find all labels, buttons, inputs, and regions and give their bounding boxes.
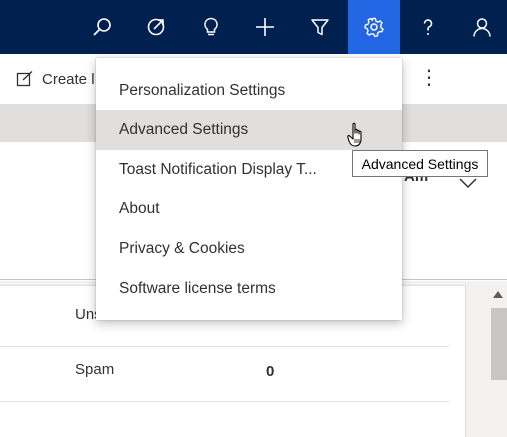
new-record-button[interactable]	[239, 0, 291, 54]
create-button[interactable]: Create l	[16, 67, 95, 91]
filter-icon	[311, 19, 329, 36]
menu-item-software-license-terms[interactable]: Software license terms	[96, 269, 402, 309]
chevron-down-icon[interactable]	[458, 176, 478, 190]
edit-icon	[16, 71, 33, 87]
row-divider	[0, 401, 449, 402]
more-commands-button[interactable]: ⋮	[418, 66, 440, 92]
menu-item-about[interactable]: About	[96, 189, 402, 229]
help-button[interactable]	[402, 0, 454, 54]
stat-value: 0	[266, 363, 275, 380]
menu-item-personalization-settings[interactable]: Personalization Settings	[96, 71, 402, 111]
whats-new-button[interactable]	[185, 0, 237, 54]
scrollbar-thumb[interactable]	[491, 308, 507, 380]
user-profile-button[interactable]	[456, 0, 507, 54]
menu-item-privacy-cookies[interactable]: Privacy & Cookies	[96, 229, 402, 269]
plus-icon	[256, 18, 274, 36]
assistant-icon	[147, 18, 165, 36]
search-icon	[93, 18, 111, 36]
settings-button[interactable]	[348, 0, 400, 54]
scroll-up-arrow-icon[interactable]	[492, 290, 504, 300]
hand-pointer-cursor-icon	[347, 122, 362, 147]
top-navigation-bar	[0, 0, 507, 54]
search-button[interactable]	[76, 0, 128, 54]
create-button-label: Create l	[42, 70, 95, 88]
tooltip: Advanced Settings	[352, 150, 488, 177]
lightbulb-icon	[204, 17, 218, 36]
advanced-find-button[interactable]	[294, 0, 346, 54]
row-divider	[0, 346, 449, 347]
user-icon	[473, 18, 491, 37]
help-icon	[423, 19, 433, 35]
gear-icon	[364, 17, 384, 38]
assistant-button[interactable]	[130, 0, 182, 54]
settings-menu: Personalization Settings Advanced Settin…	[96, 58, 402, 320]
stat-label: Spam	[75, 361, 115, 378]
